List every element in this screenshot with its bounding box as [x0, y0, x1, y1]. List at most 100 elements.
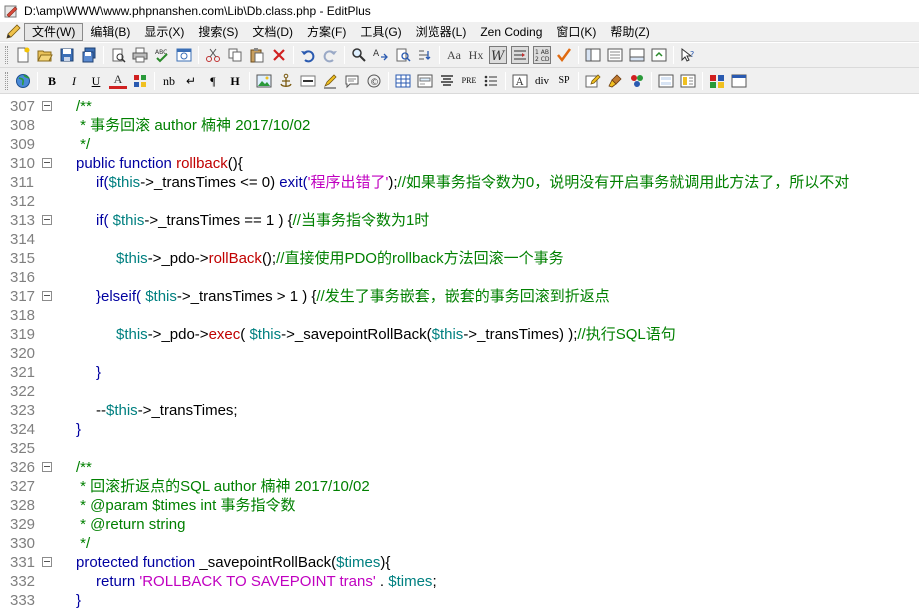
code-line[interactable]: 330 */	[0, 534, 919, 553]
code-line[interactable]: 323 --$this->_transTimes;	[0, 401, 919, 420]
frame-icon[interactable]	[679, 72, 697, 90]
code-line[interactable]: 308 * 事务回滚 author 楠神 2017/10/02	[0, 116, 919, 135]
line-number-icon[interactable]: 1 AB 2 CD	[533, 46, 551, 64]
code-line[interactable]: 311 if($this->_transTimes <= 0) exit('程序出…	[0, 173, 919, 192]
fold-toggle-icon[interactable]	[42, 215, 52, 225]
word-wrap-icon[interactable]: W	[489, 46, 507, 64]
context-help-icon[interactable]: ?	[679, 46, 697, 64]
anchor-icon[interactable]	[277, 72, 295, 90]
print-preview-icon[interactable]	[109, 46, 127, 64]
code-line[interactable]: 325	[0, 439, 919, 458]
heading-button[interactable]: H	[226, 72, 244, 90]
table-icon[interactable]	[394, 72, 412, 90]
menu-edit[interactable]: 编辑(B)	[83, 23, 137, 41]
menu-tools[interactable]: 工具(G)	[353, 23, 408, 41]
cliptext-window-icon[interactable]	[584, 46, 602, 64]
fold-toggle-icon[interactable]	[42, 101, 52, 111]
code-line[interactable]: 331 protected function _savepointRollBack…	[0, 553, 919, 572]
comment-icon[interactable]	[343, 72, 361, 90]
menu-zen-coding[interactable]: Zen Coding	[473, 23, 549, 41]
paste-icon[interactable]	[248, 46, 266, 64]
code-line[interactable]: 307 /**	[0, 97, 919, 116]
edit-tag-icon[interactable]	[584, 72, 602, 90]
menu-file[interactable]: 文件(W)	[24, 22, 84, 41]
code-line[interactable]: 329 * @return string	[0, 515, 919, 534]
hex-viewer-button[interactable]: Hx	[467, 46, 485, 64]
code-line[interactable]: 318	[0, 306, 919, 325]
image-icon[interactable]	[255, 72, 273, 90]
line-break-button[interactable]: ↵	[182, 72, 200, 90]
globe-browser-icon[interactable]	[14, 72, 32, 90]
code-line[interactable]: 317}elseif( $this->_transTimes > 1 ) {//…	[0, 287, 919, 306]
code-line[interactable]: 321}	[0, 363, 919, 382]
fullscreen-icon[interactable]	[650, 46, 668, 64]
code-line[interactable]: 324}	[0, 420, 919, 439]
spell-check-icon[interactable]: ABC	[153, 46, 171, 64]
span-button[interactable]: SP	[555, 72, 573, 90]
fold-toggle-icon[interactable]	[42, 462, 52, 472]
brush-icon[interactable]	[606, 72, 624, 90]
ruler-icon[interactable]	[511, 46, 529, 64]
color-tool-icon[interactable]	[628, 72, 646, 90]
find-icon[interactable]	[350, 46, 368, 64]
underline-button[interactable]: U	[87, 72, 105, 90]
nbsp-button[interactable]: nb	[160, 72, 178, 90]
fold-toggle-icon[interactable]	[42, 158, 52, 168]
code-line[interactable]: 313 if( $this->_transTimes == 1 ) {//当事务指…	[0, 211, 919, 230]
list-icon[interactable]	[482, 72, 500, 90]
code-line[interactable]: 322	[0, 382, 919, 401]
font-color-button[interactable]: A	[109, 72, 127, 89]
pre-button[interactable]: PRE	[460, 72, 478, 90]
code-line[interactable]: 333}	[0, 591, 919, 610]
menu-view[interactable]: 显示(X)	[137, 23, 191, 41]
code-line[interactable]: 316	[0, 268, 919, 287]
form-icon[interactable]	[416, 72, 434, 90]
goto-line-icon[interactable]	[416, 46, 434, 64]
menu-window[interactable]: 窗口(K)	[549, 23, 603, 41]
toolbar-customize-icon[interactable]	[708, 72, 726, 90]
redo-icon[interactable]	[321, 46, 339, 64]
paragraph-button[interactable]: ¶	[204, 72, 222, 90]
code-line[interactable]: 332 return 'ROLLBACK TO SAVEPOINT trans' …	[0, 572, 919, 591]
save-icon[interactable]	[58, 46, 76, 64]
menu-project[interactable]: 方案(F)	[300, 23, 353, 41]
code-line[interactable]: 312	[0, 192, 919, 211]
browser-preview-icon[interactable]	[175, 46, 193, 64]
print-icon[interactable]	[131, 46, 149, 64]
font-button[interactable]: Aa	[445, 46, 463, 64]
copy-icon[interactable]	[226, 46, 244, 64]
code-editor[interactable]: 307/** 308 * 事务回滚 author 楠神 2017/10/02 309…	[0, 95, 919, 610]
text-box-icon[interactable]: A	[511, 72, 529, 90]
horizontal-rule-icon[interactable]	[299, 72, 317, 90]
color-palette-icon[interactable]	[131, 72, 149, 90]
check-mark-icon[interactable]	[555, 46, 573, 64]
special-character-icon[interactable]: ©	[365, 72, 383, 90]
highlighter-icon[interactable]	[321, 72, 339, 90]
code-line[interactable]: 310 public function rollback(){	[0, 154, 919, 173]
code-line[interactable]: 319 $this->_pdo->exec( $this->_savepointR…	[0, 325, 919, 344]
div-button[interactable]: div	[533, 72, 551, 90]
code-line[interactable]: 320	[0, 344, 919, 363]
menu-document[interactable]: 文档(D)	[245, 23, 300, 41]
window-icon[interactable]	[730, 72, 748, 90]
code-line[interactable]: 327 * 回滚折返点的SQL author 楠神 2017/10/02	[0, 477, 919, 496]
find-in-files-icon[interactable]	[394, 46, 412, 64]
new-file-icon[interactable]	[14, 46, 32, 64]
cut-icon[interactable]	[204, 46, 222, 64]
layout-icon[interactable]	[657, 72, 675, 90]
menu-search[interactable]: 搜索(S)	[191, 23, 245, 41]
menu-browser[interactable]: 浏览器(L)	[409, 23, 474, 41]
code-line[interactable]: 315 $this->_pdo->rollBack();//直接使用PDO的rol…	[0, 249, 919, 268]
fold-toggle-icon[interactable]	[42, 557, 52, 567]
bold-button[interactable]: B	[43, 72, 61, 90]
save-all-icon[interactable]	[80, 46, 98, 64]
center-align-icon[interactable]	[438, 72, 456, 90]
code-line[interactable]: 328 * @param $times int 事务指令数	[0, 496, 919, 515]
code-line[interactable]: 314	[0, 230, 919, 249]
output-window-icon[interactable]	[628, 46, 646, 64]
directory-window-icon[interactable]	[606, 46, 624, 64]
toolbar-grip[interactable]	[5, 46, 8, 64]
open-folder-icon[interactable]	[36, 46, 54, 64]
delete-icon[interactable]	[270, 46, 288, 64]
code-line[interactable]: 326 /**	[0, 458, 919, 477]
